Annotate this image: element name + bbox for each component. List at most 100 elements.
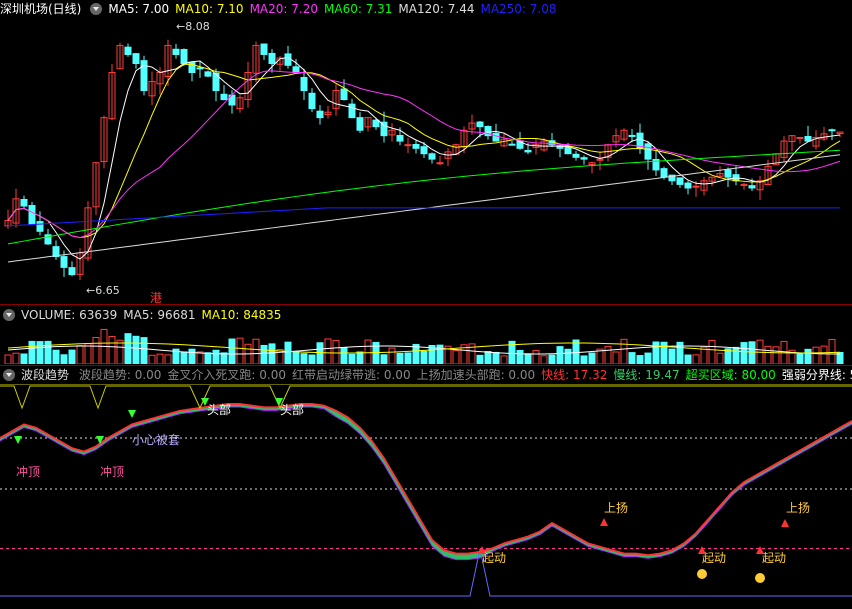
legend-toggle-icon[interactable] [3, 309, 15, 321]
volume-bar [548, 354, 556, 364]
volume-bar [668, 348, 676, 364]
annotation-qidong: 起动 [482, 551, 506, 565]
candle-body [36, 221, 44, 232]
legend-item: MA60: 7.31 [324, 2, 393, 16]
ma120-line [7, 154, 841, 263]
volume-bar [52, 349, 60, 364]
volume-bar [12, 352, 20, 364]
candle-body [204, 71, 212, 77]
candle-body [28, 205, 36, 225]
legend-item: MA120: 7.44 [398, 2, 475, 16]
candle-body [436, 162, 444, 165]
candle-body [572, 153, 580, 158]
volume-bar [324, 338, 332, 364]
volume-bar [132, 335, 140, 364]
volume-bar [236, 337, 244, 364]
volume-bar [396, 352, 404, 364]
up-arrow-icon [698, 546, 706, 554]
candle-body [492, 132, 500, 142]
volume-bar [540, 355, 548, 364]
volume-bar [532, 349, 540, 364]
volume-bar [180, 351, 188, 364]
annotation-qidong: 起动 [702, 551, 726, 565]
candle-body [828, 129, 836, 132]
price-panel-header: 深圳机场(日线) MA5: 7.00 MA10: 7.10 MA20: 7.20 MA6… [0, 0, 852, 18]
candle-body [796, 136, 804, 139]
volume-bar [620, 338, 628, 364]
ma60-line [7, 149, 841, 245]
candle-body [172, 48, 180, 55]
legend-item: 超买区域: 80.00 [685, 368, 776, 382]
volume-bar [716, 352, 724, 364]
volume-bar [300, 353, 308, 364]
candle-body [660, 168, 668, 178]
volume-bar [644, 352, 652, 364]
legend-item: 金叉介入死叉跑: 0.00 [167, 368, 286, 382]
volume-bar [588, 352, 596, 364]
low-price-label: ←6.65 [86, 284, 120, 297]
volume-bar [348, 353, 356, 364]
volume-bar [404, 352, 412, 364]
volume-bar [116, 339, 124, 364]
candle-body [60, 256, 68, 268]
legend-item: MA250: 7.08 [480, 2, 557, 16]
price-panel-title: 深圳机场(日线) [0, 2, 82, 16]
legend-item: 强弱分界线: 50.00 [781, 368, 852, 382]
candle-body [292, 66, 300, 74]
volume-bar [268, 343, 276, 364]
volume-bar [228, 338, 236, 364]
legend-item: 波段趋势: 0.00 [78, 368, 162, 382]
volume-bar [524, 353, 532, 364]
candle-body [220, 93, 228, 101]
candle-body [348, 103, 356, 119]
up-arrow-icon [781, 519, 789, 527]
volume-bar [564, 348, 572, 364]
volume-chart [4, 328, 844, 364]
candle-body [428, 153, 436, 160]
candle-body [684, 182, 692, 189]
legend-item: MA20: 7.20 [249, 2, 318, 16]
candle-body [628, 134, 636, 137]
legend-item: VOLUME: 63639 [21, 308, 118, 322]
annotation-chongding: 冲顶 [100, 464, 124, 479]
volume-bar [148, 354, 156, 364]
candle-body [420, 146, 428, 155]
volume-bar [164, 354, 172, 364]
candle-body [580, 157, 588, 160]
volume-bar [804, 348, 812, 364]
volume-bar [140, 337, 148, 364]
volume-bar [156, 353, 164, 364]
legend-toggle-icon[interactable] [3, 369, 15, 381]
candle-body [372, 119, 380, 128]
volume-bar [204, 352, 212, 364]
candle-body [396, 135, 404, 142]
legend-item: 快线: 17.32 [541, 368, 608, 382]
candle-body [68, 267, 76, 276]
legend-toggle-icon[interactable] [90, 3, 103, 15]
legend-item: 上扬加速头部跑: 0.00 [416, 368, 536, 382]
annotation-shangyang: 上扬 [604, 500, 628, 515]
down-arrow-icon [128, 410, 136, 418]
volume-bar [660, 341, 668, 364]
money-bag-icon [755, 573, 765, 583]
candle-body [404, 144, 412, 147]
candle-body [316, 110, 324, 119]
volume-bar [212, 349, 220, 364]
annotation-toubu: 头部 [280, 402, 304, 417]
annotation-chongding: 冲顶 [16, 464, 40, 479]
volume-bar [60, 354, 68, 364]
volume-bar [188, 348, 196, 364]
volume-bar [420, 350, 428, 364]
annotation-shangyang: 上扬 [786, 500, 810, 515]
down-arrow-icon [14, 436, 22, 444]
volume-bar [68, 349, 76, 364]
volume-bar [748, 341, 756, 364]
volume-bar [604, 346, 612, 364]
volume-bar [492, 351, 500, 364]
ma250-line [7, 207, 840, 227]
volume-bar [556, 346, 564, 364]
up-arrow-icon [600, 518, 608, 526]
candle-body [284, 53, 292, 66]
candle-body [124, 46, 132, 55]
candle-body [180, 49, 188, 64]
